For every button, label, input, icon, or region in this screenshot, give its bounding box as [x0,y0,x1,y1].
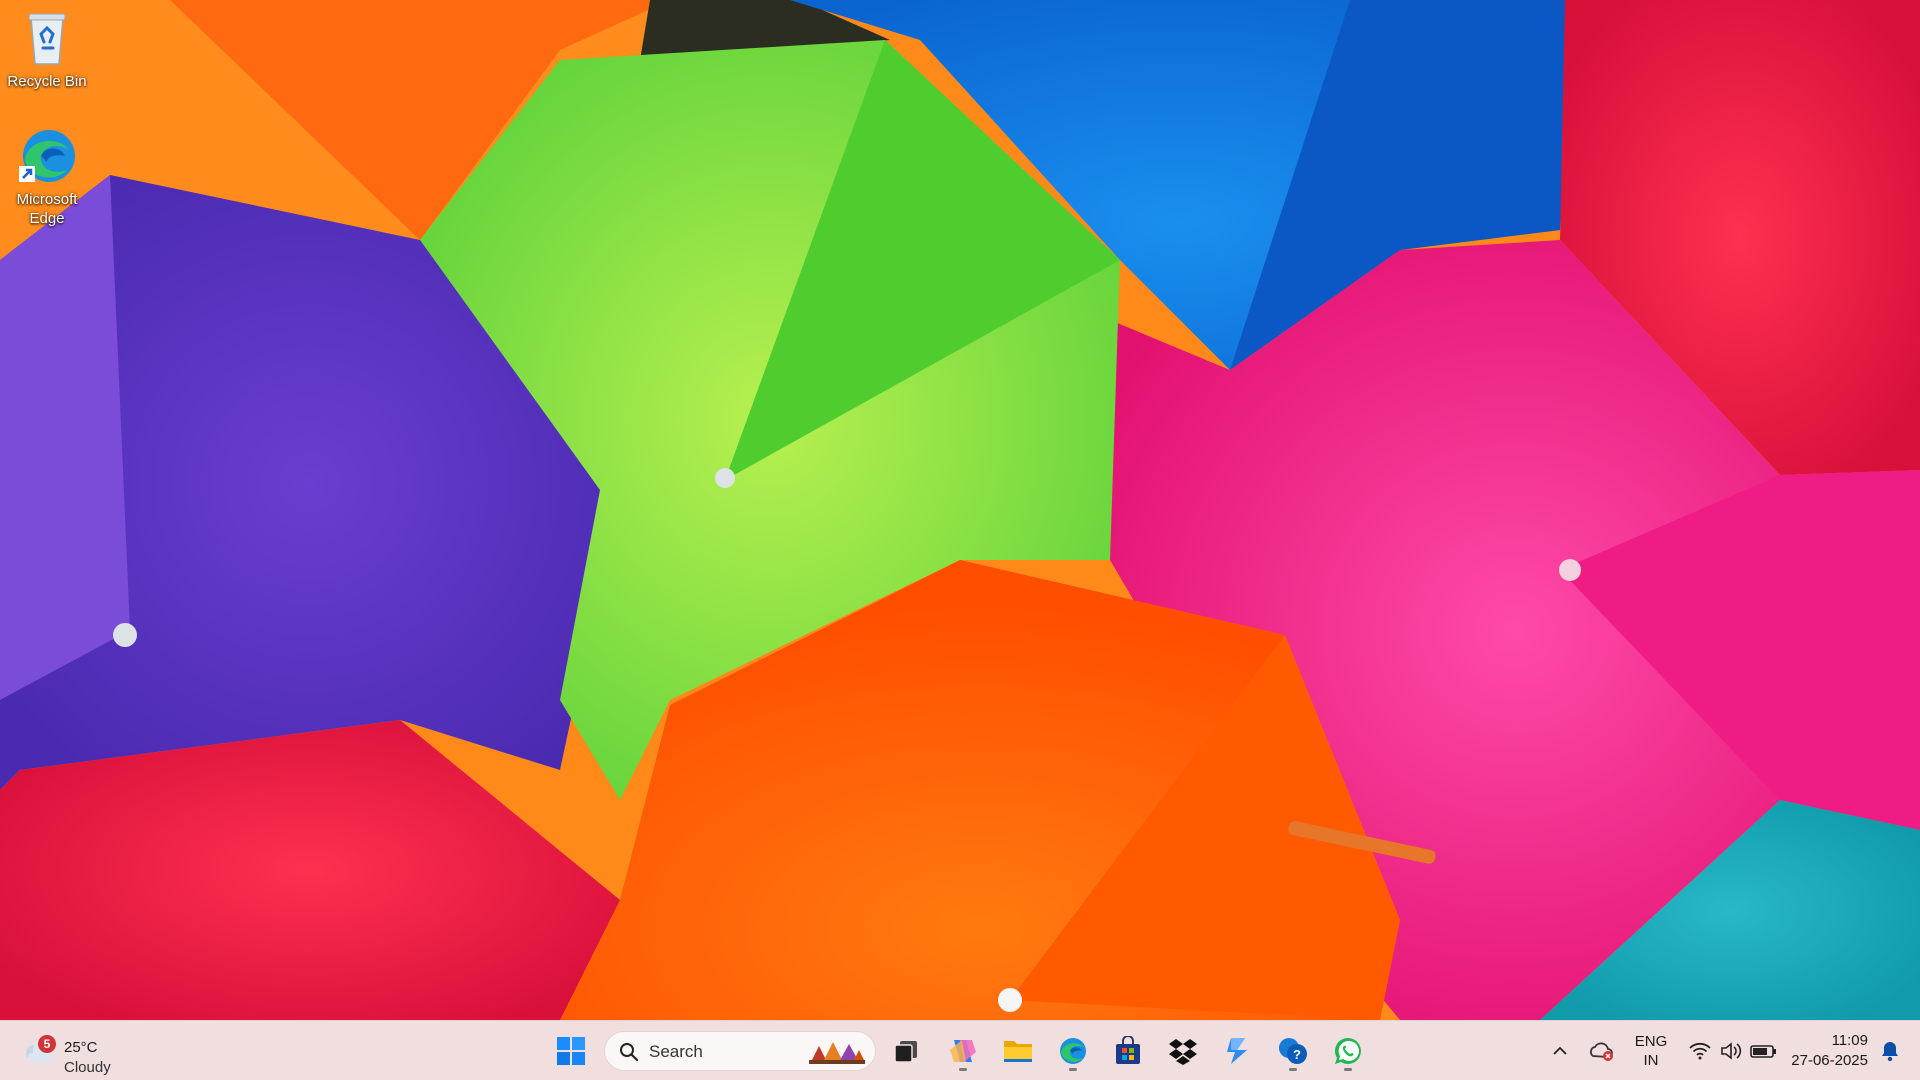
search-highlight-icon [809,1042,865,1064]
desktop-wallpaper: Recycle Bin Microsoft Edge [0,0,1920,1020]
get-help-button[interactable]: ? [1270,1029,1316,1073]
quick-settings-icons [1689,1042,1776,1060]
copilot-button[interactable] [940,1029,986,1073]
edge-icon [1060,1038,1086,1064]
battery-icon [1750,1045,1776,1058]
recycle-bin-shortcut[interactable]: Recycle Bin [1,8,93,91]
file-explorer-button[interactable] [995,1029,1041,1073]
weather-condition: Cloudy [64,1059,111,1076]
onedrive-status-button[interactable] [1582,1029,1622,1073]
running-indicator [1289,1068,1297,1071]
edge-shortcut[interactable]: Microsoft Edge [1,126,93,228]
recycle-bin-label: Recycle Bin [7,73,87,90]
weather-alert-badge: 5 [38,1035,56,1053]
svg-text:?: ? [1293,1047,1301,1062]
dropbox-icon [1169,1039,1197,1065]
running-indicator [1344,1068,1352,1071]
store-button[interactable] [1105,1029,1151,1073]
clock-time: 11:09 [1831,1032,1868,1049]
onedrive-error-icon [1590,1042,1613,1061]
weather-widget[interactable]: 5 25°C Cloudy [18,1029,138,1076]
wifi-icon [1689,1042,1711,1060]
language-code: ENG [1634,1033,1668,1050]
show-hidden-icons-button[interactable] [1540,1029,1580,1073]
whatsapp-icon [1334,1037,1361,1064]
language-indicator[interactable]: ENG IN [1630,1032,1672,1070]
recycle-bin-icon [17,8,77,68]
weather-temperature: 25°C [64,1039,98,1056]
clock-date: 27-06-2025 [1791,1052,1868,1069]
search-icon [620,1043,639,1062]
umbrellas-wallpaper [0,0,1920,1020]
edge-taskbar-button[interactable] [1050,1029,1096,1073]
task-view-icon [894,1041,917,1063]
power-automate-button[interactable] [1215,1029,1261,1073]
dropbox-button[interactable] [1160,1029,1206,1073]
chevron-up-icon [1553,1046,1567,1055]
whatsapp-button[interactable] [1325,1029,1371,1073]
taskbar-search[interactable]: Search [604,1031,876,1071]
edge-shortcut-label: Microsoft Edge [16,191,78,227]
quick-settings-button[interactable] [1682,1029,1786,1073]
running-indicator [1069,1068,1077,1071]
clock[interactable]: 11:09 27-06-2025 [1791,1031,1868,1071]
windows-start-icon [557,1037,585,1065]
volume-icon [1721,1042,1742,1060]
language-region: IN [1643,1052,1659,1069]
search-placeholder: Search [649,1042,703,1061]
running-indicator [959,1068,967,1071]
get-help-icon: ? [1279,1038,1307,1064]
notifications-button[interactable] [1870,1029,1910,1073]
copilot-icon [950,1040,976,1062]
bell-icon [1882,1042,1898,1062]
file-explorer-icon [1004,1041,1032,1062]
task-view-button[interactable] [883,1029,929,1073]
edge-icon [17,126,77,186]
store-icon [1116,1036,1140,1064]
start-button[interactable] [548,1029,594,1073]
taskbar: 5 25°C Cloudy Search ? ENG IN 11:09 27-0… [0,1020,1920,1080]
power-automate-icon [1227,1038,1247,1064]
